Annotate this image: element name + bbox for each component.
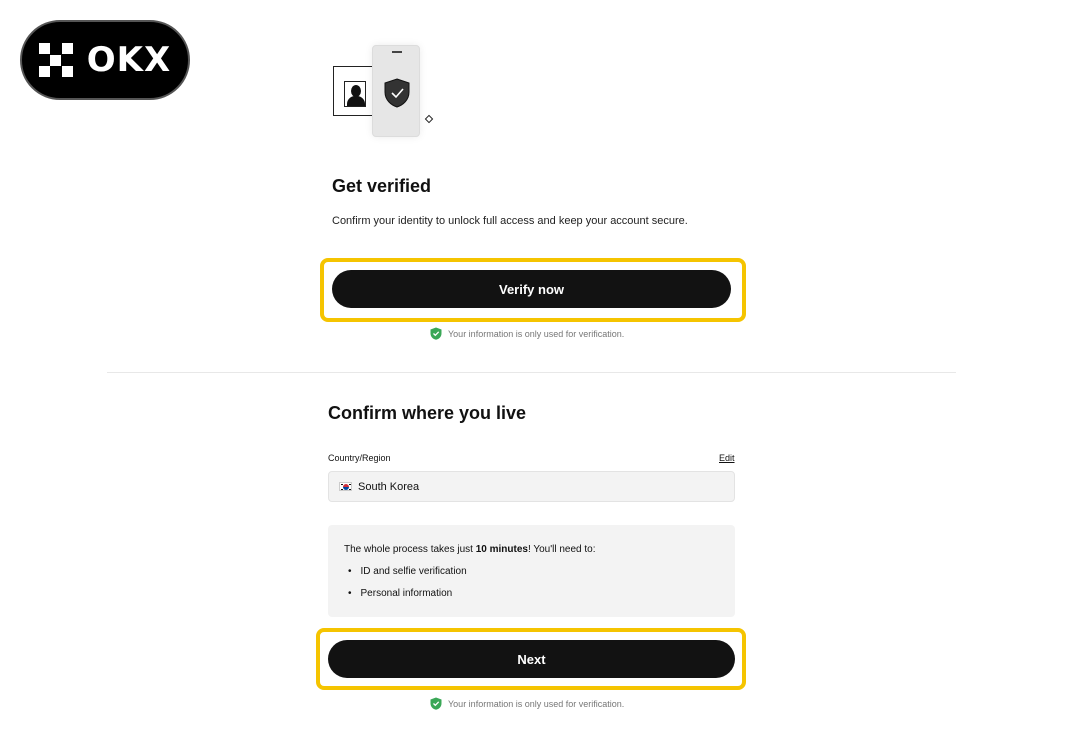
country-select[interactable]: South Korea — [328, 471, 735, 502]
process-info-text: The whole process takes just 10 minutes!… — [344, 544, 596, 555]
country-region-label: Country/Region — [328, 453, 391, 463]
country-value: South Korea — [358, 480, 420, 493]
list-item: • ID and selfie verification — [348, 566, 467, 577]
logo-text: OKX — [86, 40, 172, 80]
check-shield-icon — [430, 697, 442, 710]
verify-note: Your information is only used for verifi… — [430, 327, 624, 340]
verify-now-button[interactable]: Verify now — [332, 270, 731, 308]
next-note: Your information is only used for verifi… — [430, 697, 624, 710]
korea-flag-icon — [339, 482, 352, 491]
process-info-box: The whole process takes just 10 minutes!… — [328, 525, 735, 617]
id-card-icon — [333, 66, 373, 116]
okx-logo-icon — [38, 43, 73, 77]
next-note-text: Your information is only used for verifi… — [448, 698, 625, 709]
okx-logo[interactable]: OKX — [20, 20, 190, 100]
check-shield-icon — [430, 327, 442, 340]
verify-subtitle: Confirm your identity to unlock full acc… — [332, 215, 688, 227]
verify-title: Get verified — [332, 176, 432, 196]
page: OKX Get verified Confirm your identity t… — [0, 0, 1068, 740]
edit-country-link[interactable]: Edit — [719, 453, 735, 463]
verification-illustration — [330, 44, 440, 140]
section-divider — [107, 372, 956, 373]
verify-note-text: Your information is only used for verifi… — [448, 328, 625, 339]
shield-check-icon — [384, 78, 410, 108]
phone-illustration — [372, 45, 420, 137]
residence-title: Confirm where you live — [328, 403, 527, 423]
next-button[interactable]: Next — [328, 640, 735, 678]
list-item: • Personal information — [348, 588, 453, 599]
process-duration: 10 minutes — [475, 544, 528, 555]
diamond-decoration — [424, 114, 434, 124]
